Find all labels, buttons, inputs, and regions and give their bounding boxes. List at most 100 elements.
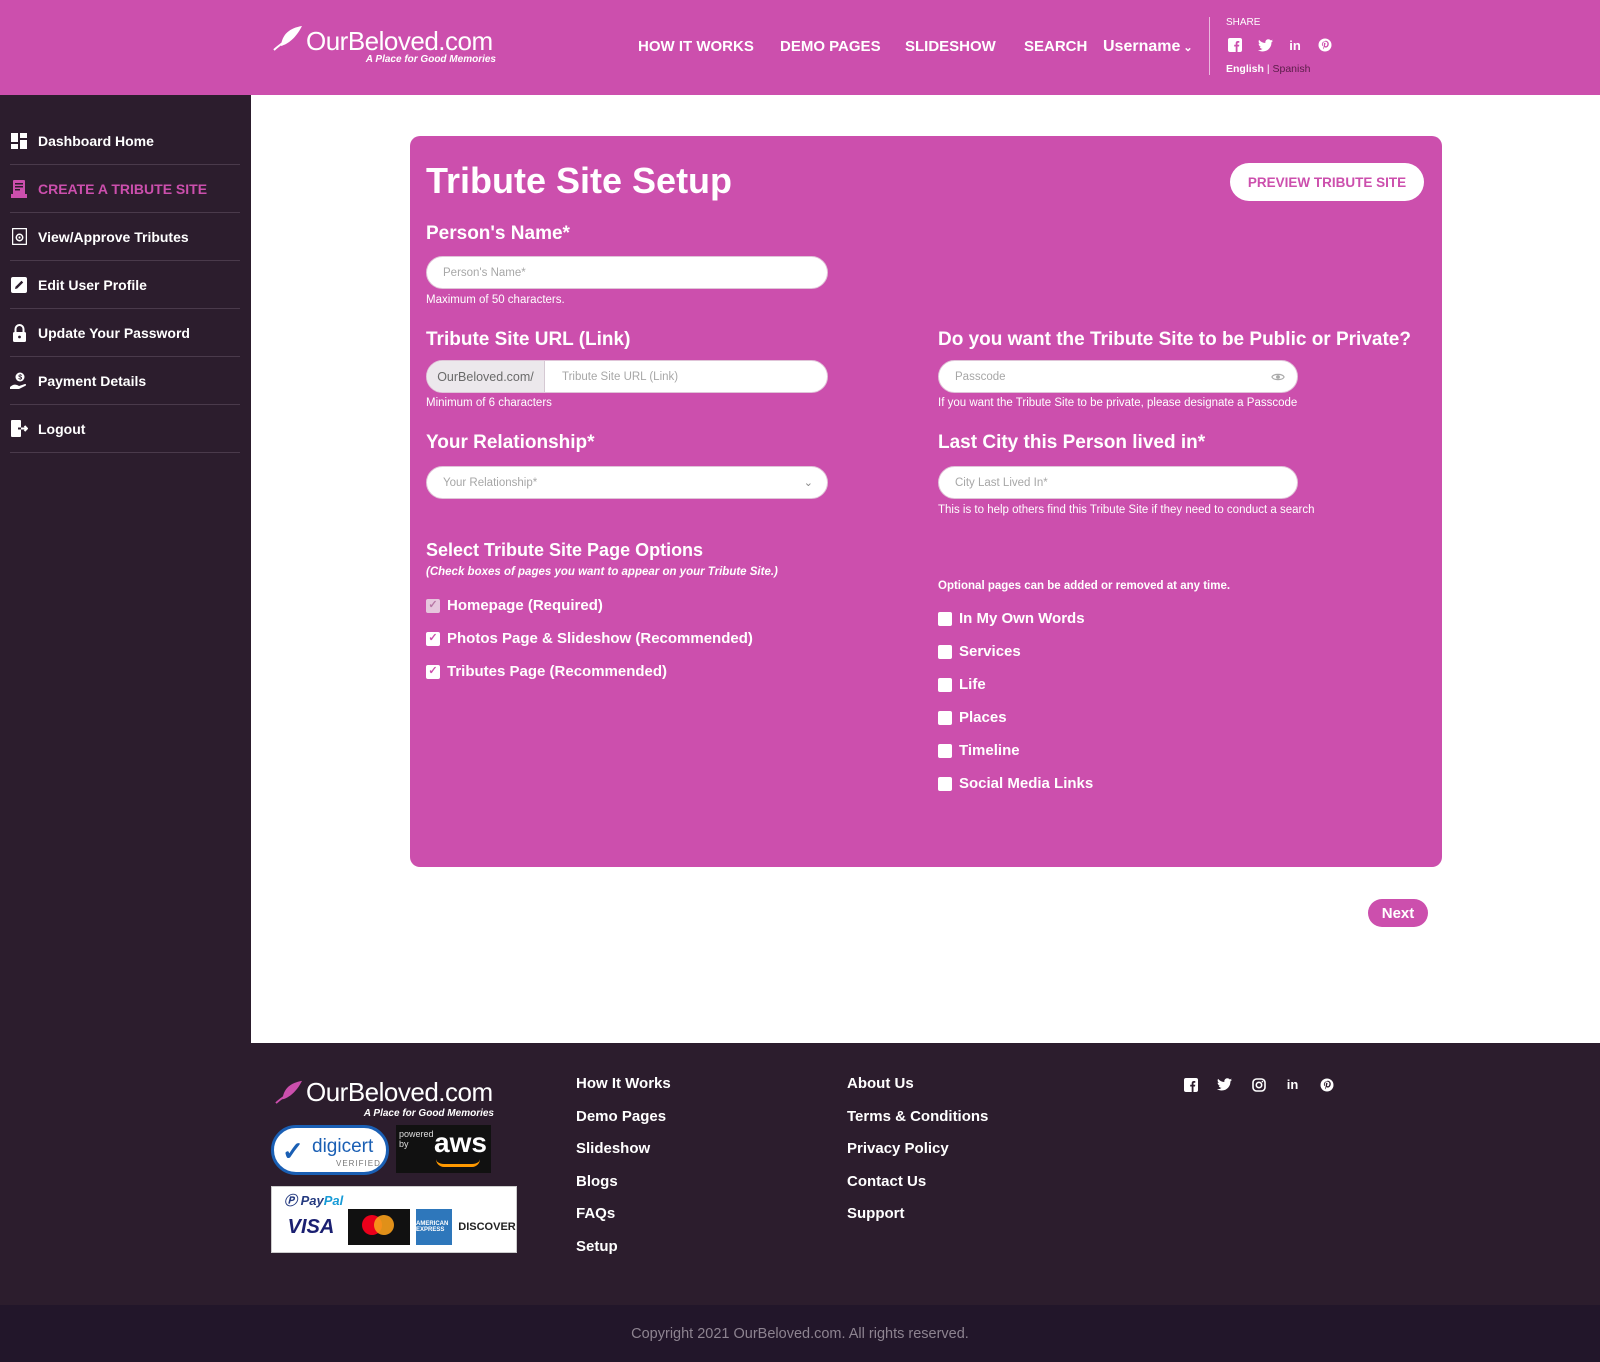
checkbox-checked-disabled[interactable]: ✓: [426, 598, 440, 613]
person-name-input[interactable]: Person's Name*: [426, 256, 828, 289]
footer-link[interactable]: Setup: [576, 1238, 671, 1271]
header-divider: [1209, 17, 1210, 75]
facebook-icon[interactable]: [1226, 36, 1244, 54]
create-site-icon: [10, 179, 28, 198]
sidebar-item-label: CREATE A TRIBUTE SITE: [38, 180, 208, 197]
instagram-icon[interactable]: [1249, 1075, 1268, 1094]
tribute-url-hint: Minimum of 6 characters: [426, 397, 552, 409]
optional-pages-note: Optional pages can be added or removed a…: [938, 580, 1231, 592]
sidebar-item-label: Dashboard Home: [38, 132, 154, 149]
page-options-title: Select Tribute Site Page Options: [426, 540, 704, 560]
option-label: Timeline: [959, 742, 1020, 759]
checkbox-unchecked[interactable]: [938, 710, 952, 725]
twitter-icon[interactable]: [1215, 1075, 1234, 1094]
site-header: OurBeloved.com A Place for Good Memories…: [0, 0, 1600, 95]
option-label: Places: [959, 709, 1007, 726]
next-button[interactable]: Next: [1368, 899, 1428, 927]
footer-link[interactable]: FAQs: [576, 1205, 671, 1238]
checkbox-unchecked[interactable]: [938, 677, 952, 692]
person-name-label: Person's Name*: [426, 223, 570, 244]
city-input[interactable]: City Last Lived In*: [938, 466, 1298, 499]
digicert-badge[interactable]: ✓ digicert VERIFIED: [271, 1125, 389, 1175]
sidebar-item-update-password[interactable]: Update Your Password: [10, 309, 240, 357]
check-icon: ✓: [282, 1136, 304, 1166]
site-logo[interactable]: OurBeloved.com A Place for Good Memories: [272, 22, 502, 72]
footer-link[interactable]: Support: [847, 1205, 988, 1238]
option-in-my-own-words[interactable]: In My Own Words: [938, 610, 1085, 627]
logout-icon: [10, 420, 28, 438]
paypal-part-a: Pay: [300, 1193, 324, 1208]
checkbox-unchecked[interactable]: [938, 611, 952, 626]
footer-link[interactable]: Demo Pages: [576, 1108, 671, 1141]
copyright-bar: Copyright 2021 OurBeloved.com. All right…: [0, 1305, 1600, 1362]
option-life[interactable]: Life: [938, 676, 986, 693]
lang-spanish[interactable]: Spanish: [1272, 63, 1310, 75]
payment-icon: $: [10, 372, 28, 390]
sidebar-item-edit-user-profile[interactable]: Edit User Profile: [10, 261, 240, 309]
option-label: Homepage (Required): [447, 597, 603, 614]
facebook-icon[interactable]: [1181, 1075, 1200, 1094]
city-label: Last City this Person lived in*: [938, 432, 1206, 453]
checkbox-unchecked[interactable]: [938, 743, 952, 758]
share-icons: in: [1226, 36, 1334, 54]
url-prefix: OurBeloved.com/: [427, 361, 545, 392]
option-photos-slideshow[interactable]: ✓ Photos Page & Slideshow (Recommended): [426, 630, 753, 647]
payment-methods: Ⓟ PayPal VISA AMERICAN EXPRESS DISCOVER: [271, 1186, 517, 1253]
eye-icon[interactable]: [1271, 370, 1285, 384]
option-places[interactable]: Places: [938, 709, 1007, 726]
footer-link[interactable]: Terms & Conditions: [847, 1108, 988, 1141]
nav-slideshow[interactable]: SLIDESHOW: [905, 38, 996, 55]
dashboard-icon: [10, 132, 28, 150]
footer-link[interactable]: Privacy Policy: [847, 1140, 988, 1173]
check-icon: ✓: [428, 599, 438, 611]
footer-logo[interactable]: OurBeloved.com A Place for Good Memories: [274, 1073, 504, 1123]
sidebar-item-dashboard-home[interactable]: Dashboard Home: [10, 117, 240, 165]
nav-demo-pages[interactable]: DEMO PAGES: [780, 38, 881, 55]
discover-logo: DISCOVER: [458, 1221, 516, 1233]
nav-search[interactable]: SEARCH: [1024, 38, 1087, 55]
share-label: SHARE: [1226, 17, 1261, 28]
sidebar-item-payment-details[interactable]: $ Payment Details: [10, 357, 240, 405]
twitter-icon[interactable]: [1256, 36, 1274, 54]
tribute-url-input[interactable]: OurBeloved.com/ Tribute Site URL (Link): [426, 360, 828, 393]
option-label: Services: [959, 643, 1021, 660]
relationship-select[interactable]: Your Relationship* ⌄: [426, 466, 828, 499]
option-homepage[interactable]: ✓ Homepage (Required): [426, 597, 603, 614]
option-social-media-links[interactable]: Social Media Links: [938, 775, 1093, 792]
sidebar-item-logout[interactable]: Logout: [10, 405, 240, 453]
footer-link[interactable]: Contact Us: [847, 1173, 988, 1206]
pinterest-icon[interactable]: [1316, 36, 1334, 54]
preview-tribute-site-button[interactable]: PREVIEW TRIBUTE SITE: [1230, 163, 1424, 201]
sidebar-item-view-approve-tributes[interactable]: View/Approve Tributes: [10, 213, 240, 261]
sidebar-item-create-tribute-site[interactable]: CREATE A TRIBUTE SITE: [10, 165, 240, 213]
footer-link[interactable]: How It Works: [576, 1075, 671, 1108]
brand-tagline: A Place for Good Memories: [363, 1108, 494, 1119]
linkedin-icon[interactable]: in: [1286, 36, 1304, 54]
footer-link[interactable]: Slideshow: [576, 1140, 671, 1173]
paypal-logo: Ⓟ PayPal: [284, 1193, 344, 1208]
person-name-hint: Maximum of 50 characters.: [426, 294, 565, 306]
user-menu[interactable]: Username ⌄: [1103, 38, 1193, 56]
aws-name: aws: [434, 1127, 487, 1158]
option-tributes-page[interactable]: ✓ Tributes Page (Recommended): [426, 663, 667, 680]
amex-logo: AMERICAN EXPRESS: [416, 1209, 452, 1245]
copyright-text: Copyright 2021 OurBeloved.com. All right…: [631, 1325, 969, 1342]
footer-link[interactable]: About Us: [847, 1075, 988, 1108]
footer-link[interactable]: Blogs: [576, 1173, 671, 1206]
checkbox-checked[interactable]: ✓: [426, 664, 440, 679]
passcode-input[interactable]: Passcode: [938, 360, 1298, 393]
option-services[interactable]: Services: [938, 643, 1021, 660]
nav-how-it-works[interactable]: HOW IT WORKS: [638, 38, 754, 55]
leaf-icon: [275, 1080, 302, 1104]
checkbox-checked[interactable]: ✓: [426, 631, 440, 646]
pinterest-icon[interactable]: [1317, 1075, 1336, 1094]
mastercard-icon: [348, 1209, 410, 1245]
linkedin-icon[interactable]: in: [1283, 1075, 1302, 1094]
checkbox-unchecked[interactable]: [938, 644, 952, 659]
lang-english[interactable]: English: [1226, 63, 1264, 75]
option-label: Tributes Page (Recommended): [447, 663, 668, 680]
option-timeline[interactable]: Timeline: [938, 742, 1020, 759]
city-hint: This is to help others find this Tribute…: [938, 504, 1315, 516]
check-icon: ✓: [428, 632, 438, 644]
checkbox-unchecked[interactable]: [938, 776, 952, 791]
